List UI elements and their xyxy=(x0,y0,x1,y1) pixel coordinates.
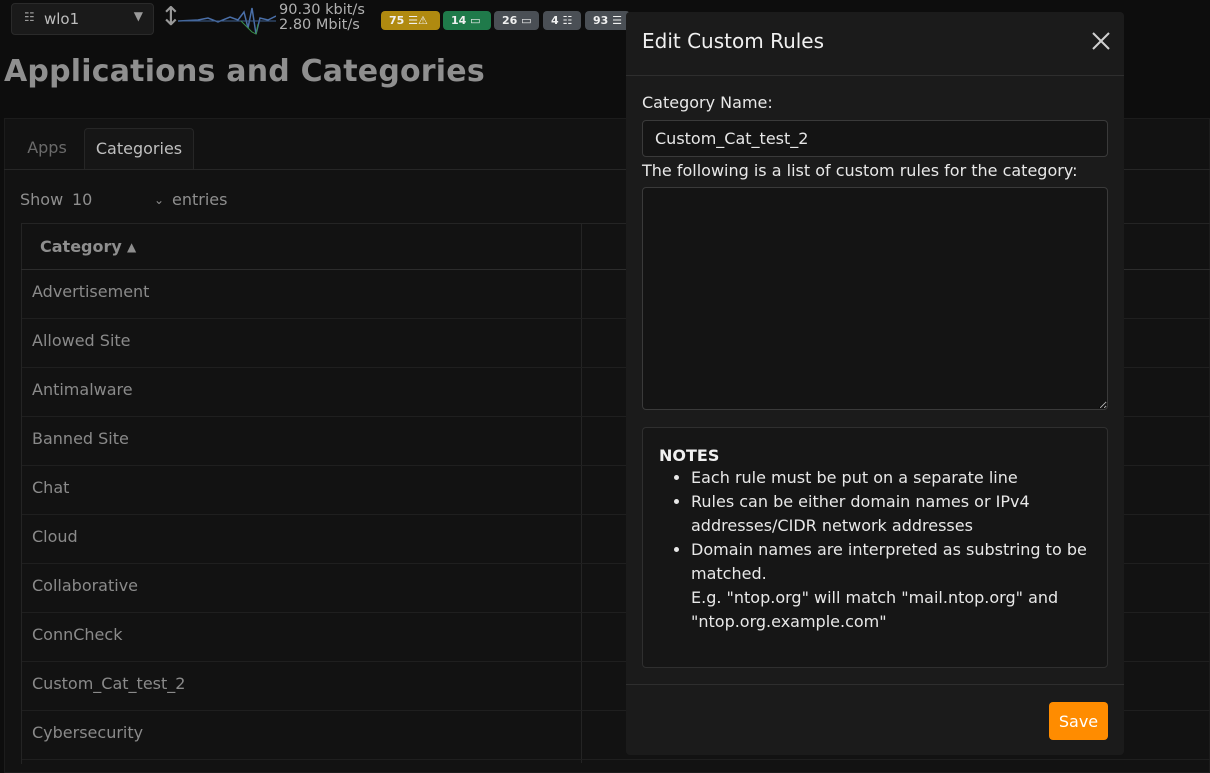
flows-badge[interactable]: 93 ☰ xyxy=(585,11,630,30)
local-hosts-badge[interactable]: 14 ▭ xyxy=(443,11,491,30)
note-item: Each rule must be put on a separate line xyxy=(691,466,1111,490)
notes-list: Each rule must be put on a separate line… xyxy=(659,466,1111,634)
show-label: Show xyxy=(20,190,64,209)
entries-label: entries xyxy=(172,190,228,209)
router-icon: ☷ xyxy=(562,14,573,27)
list-icon: ☰ xyxy=(612,14,623,27)
interface-name: wlo1 xyxy=(44,10,80,28)
category-cell: Advertisement xyxy=(32,282,150,301)
custom-rules-label: The following is a list of custom rules … xyxy=(642,161,1078,180)
close-icon xyxy=(1092,32,1110,50)
category-name-input[interactable] xyxy=(642,120,1108,157)
category-cell: Banned Site xyxy=(32,429,129,448)
category-cell: ConnCheck xyxy=(32,625,123,644)
notes-title: NOTES xyxy=(659,446,720,465)
notes-box: NOTES Each rule must be put on a separat… xyxy=(642,427,1108,668)
rate-up: 90.30 kbit/s xyxy=(279,2,365,18)
laptop-icon: ▭ xyxy=(521,14,532,27)
alerts-badge[interactable]: 75 ☰⚠ xyxy=(381,11,440,30)
category-name-label: Category Name: xyxy=(642,93,773,112)
category-cell: Cybersecurity xyxy=(32,723,144,742)
custom-rules-textarea[interactable] xyxy=(642,187,1108,410)
router-icon: ☷ xyxy=(24,10,35,24)
note-item: Domain names are interpreted as substrin… xyxy=(691,538,1111,634)
page-title: Applications and Categories xyxy=(4,54,485,89)
tab-categories[interactable]: Categories xyxy=(84,128,194,170)
note-item: Rules can be either domain names or IPv4… xyxy=(691,490,1111,538)
sort-ascending-icon[interactable]: ▲ xyxy=(127,240,136,254)
rate-down: 2.80 Mbit/s xyxy=(279,17,360,33)
category-cell: Cloud xyxy=(32,527,78,546)
dialog-header: Edit Custom Rules xyxy=(626,12,1124,76)
laptop-icon: ▭ xyxy=(470,14,481,27)
traffic-sparkline xyxy=(178,7,276,35)
category-cell: Custom_Cat_test_2 xyxy=(32,674,186,693)
note-example: E.g. "ntop.org" will match "mail.ntop.or… xyxy=(691,588,1059,631)
category-cell: Collaborative xyxy=(32,576,139,595)
alert-list-icon: ☰⚠ xyxy=(408,14,428,27)
dialog-footer-divider xyxy=(626,684,1124,685)
devices-badge[interactable]: 4 ☷ xyxy=(543,11,581,30)
category-cell: Antimalware xyxy=(32,380,133,399)
tab-apps[interactable]: Apps xyxy=(12,128,82,170)
remote-hosts-badge[interactable]: 26 ▭ xyxy=(494,11,539,30)
entries-select[interactable]: 10 ⌄ xyxy=(64,186,170,214)
edit-custom-rules-dialog: Edit Custom Rules Category Name: The fol… xyxy=(626,12,1124,755)
dialog-title: Edit Custom Rules xyxy=(642,29,825,53)
chevron-down-icon: ▼ xyxy=(133,9,143,23)
interface-select[interactable]: ☷ wlo1 ▼ xyxy=(11,3,154,35)
close-button[interactable] xyxy=(1090,30,1112,52)
category-cell: Allowed Site xyxy=(32,331,131,350)
entries-value: 10 xyxy=(72,190,93,209)
save-button[interactable]: Save xyxy=(1049,702,1108,740)
category-cell: Chat xyxy=(32,478,70,497)
column-header-category[interactable]: Category xyxy=(40,237,122,256)
chevron-down-icon: ⌄ xyxy=(153,193,164,207)
throughput-readout: 90.30 kbit/s 2.80 Mbit/s xyxy=(279,3,365,33)
